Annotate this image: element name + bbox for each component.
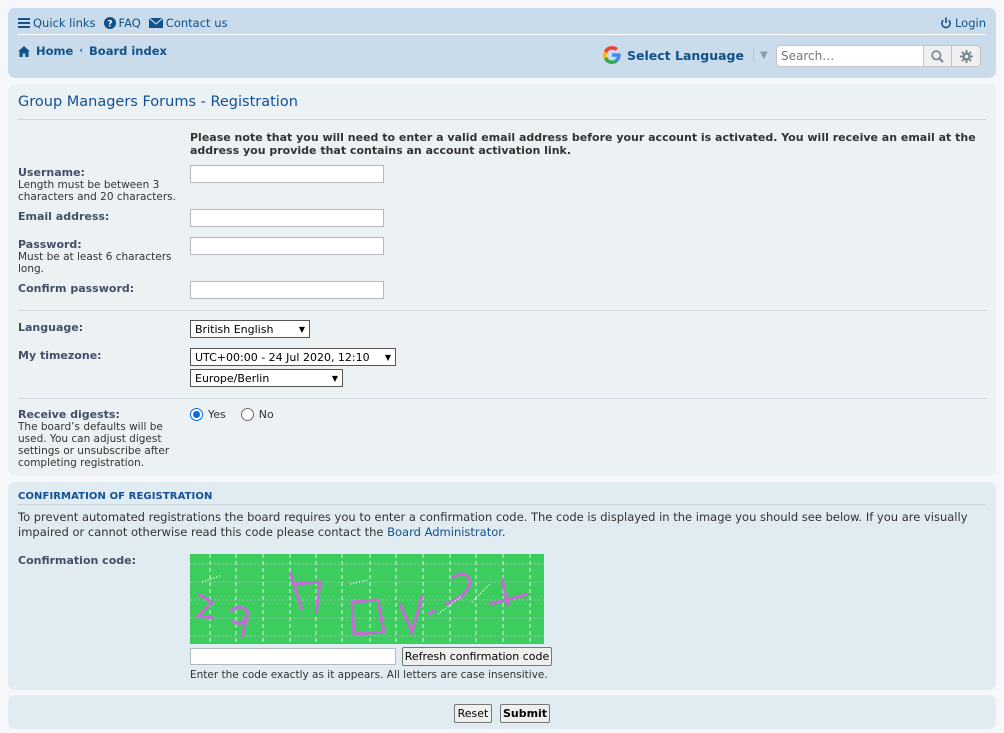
search-input[interactable] [776,45,923,67]
divider [18,504,986,505]
triangle-down-icon: ▼ [760,49,768,61]
page-title: Group Managers Forums - Registration [18,94,298,110]
confirmation-text-end: . [501,525,506,539]
digests-label: Receive digests: The board’s defaults wi… [18,408,183,469]
digests-no-label: No [258,408,274,421]
submit-button[interactable]: Submit [500,704,550,723]
google-icon [603,46,621,64]
digests-yes-radio[interactable] [190,408,203,421]
chevron-down-icon: ▼ [384,352,391,362]
timezone-region-select[interactable]: Europe/Berlin ▼ [190,369,343,387]
quick-links-menu[interactable]: Quick links [18,16,96,30]
faq-label: FAQ [118,15,141,30]
top-navbar: Quick links ? FAQ Contact us Login [18,15,986,35]
chevron-left-icon: ‹ [79,46,84,56]
breadcrumb: Home ‹ Board index [18,44,167,58]
chevron-down-icon: ▼ [298,324,305,334]
digests-radio-group: Yes No [190,408,274,421]
chevron-down-icon: ▼ [331,373,338,383]
gear-icon [959,49,973,63]
digests-explain: The board’s defaults will be used. You c… [18,421,170,469]
registration-panel: Group Managers Forums - Registration Ple… [8,84,996,476]
activation-notice: Please note that you will need to enter … [190,131,976,157]
timezone-select[interactable]: UTC+00:00 - 24 Jul 2020, 12:10 ▼ [190,348,396,366]
breadcrumb-home[interactable]: Home [36,44,73,58]
password-explain: Must be at least 6 characters long. [18,251,172,275]
divider [18,398,986,399]
digests-label-text: Receive digests: [18,408,120,421]
login-label: Login [954,15,986,30]
confirmation-panel: CONFIRMATION OF REGISTRATION To prevent … [8,482,996,690]
confirmation-code-label: Confirmation code: [18,554,136,567]
power-icon [940,17,951,28]
board-administrator-link[interactable]: Board Administrator [387,525,502,539]
faq-link[interactable]: ? FAQ [103,15,141,30]
username-explain: Length must be between 3 characters and … [18,179,176,203]
confirm-password-label: Confirm password: [18,282,135,295]
digests-yes-label: Yes [208,408,226,421]
username-label: Username: Length must be between 3 chara… [18,166,188,203]
password-input[interactable] [190,237,384,255]
contact-us-label: Contact us [165,15,228,30]
confirmation-code-input[interactable] [190,648,396,665]
email-input[interactable] [190,209,384,227]
digests-no-radio[interactable] [240,408,254,421]
divider [753,48,754,62]
confirmation-title: CONFIRMATION OF REGISTRATION [18,491,213,502]
divider [18,310,986,311]
hamburger-icon [18,17,30,28]
captcha-image [190,554,544,644]
language-selector[interactable]: Select Language ▼ [603,45,768,65]
confirm-password-input[interactable] [190,281,384,299]
question-circle-icon: ? [103,16,116,29]
search-button[interactable] [923,45,952,67]
login-link[interactable]: Login [940,16,986,30]
language-label: Language: [18,321,84,334]
timezone-select-value: UTC+00:00 - 24 Jul 2020, 12:10 [195,350,370,364]
envelope-icon [148,17,163,28]
captcha-drawing [190,554,544,644]
select-language-label: Select Language [627,47,744,63]
quick-links-label: Quick links [33,15,96,30]
advanced-search-button[interactable] [952,45,981,67]
username-label-text: Username: [18,166,85,179]
header-bar: Quick links ? FAQ Contact us Login Home … [8,8,996,78]
password-label: Password: Must be at least 6 characters … [18,238,188,275]
email-label: Email address: [18,210,110,223]
search-box [776,45,981,67]
svg-text:?: ? [107,19,112,29]
divider [18,119,986,120]
timezone-label: My timezone: [18,349,102,362]
language-select[interactable]: British English ▼ [190,320,310,338]
home-icon [18,45,30,57]
language-select-value: British English [195,322,274,336]
password-label-text: Password: [18,238,82,251]
actions-panel: Reset Submit [8,695,996,729]
confirmation-code-explain: Enter the code exactly as it appears. Al… [190,669,548,681]
timezone-region-value: Europe/Berlin [195,371,270,385]
breadcrumb-board-index[interactable]: Board index [89,44,167,58]
username-input[interactable] [190,165,384,183]
refresh-confirmation-code-button[interactable]: Refresh confirmation code [402,647,552,666]
contact-us-link[interactable]: Contact us [148,15,228,30]
search-icon [931,49,944,63]
reset-button[interactable]: Reset [454,704,492,723]
confirmation-text: To prevent automated registrations the b… [18,510,983,540]
